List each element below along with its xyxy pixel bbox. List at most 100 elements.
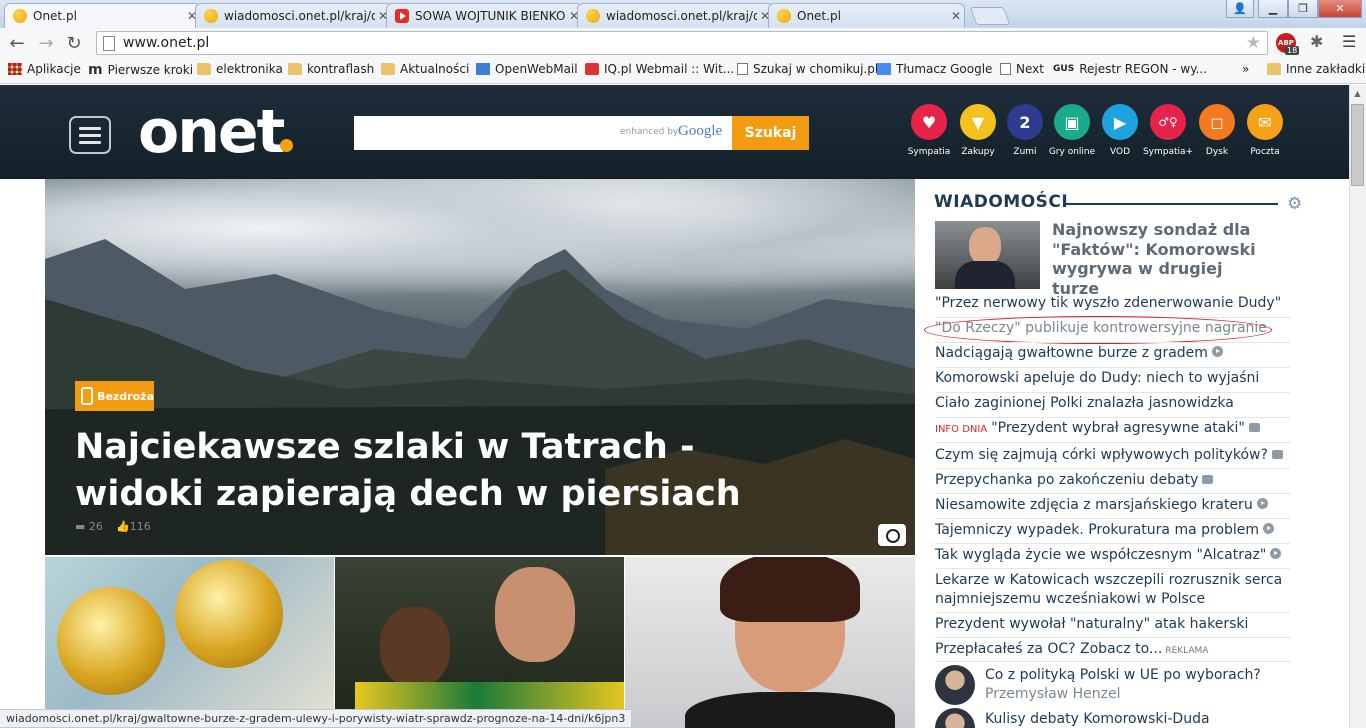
translate-icon [877, 63, 891, 75]
bookmark-label: Aplikacje [27, 62, 81, 76]
close-window-button[interactable]: ✕ [1318, 0, 1362, 18]
gallery-icon [1248, 423, 1260, 432]
thumbnail-footballers[interactable] [335, 557, 624, 728]
news-item[interactable]: "Przez nerwowy tik wyszło zdenerwowanie … [935, 295, 1281, 311]
bookmark-openwebmail[interactable]: OpenWebMail [476, 62, 578, 76]
news-item-text: "Przez nerwowy tik wyszło zdenerwowanie … [935, 295, 1282, 311]
news-item-ad[interactable]: Przepłacałeś za OC? Zobacz to... REKLAMA [935, 641, 1208, 657]
hamburger-menu-icon[interactable] [69, 116, 111, 154]
folder-icon [1267, 63, 1281, 75]
iq-icon [585, 63, 599, 75]
forward-icon[interactable]: → [34, 31, 58, 55]
gallery-icon [1202, 475, 1214, 484]
gallery-icon [1271, 450, 1283, 459]
divider [935, 367, 1290, 368]
news-item-text: najmniejszemu wcześniakowi w Polsce [935, 591, 1206, 607]
hero-title[interactable]: Najciekawsze szlaki w Tatrach - widoki z… [75, 424, 835, 518]
author-name: Przemysław Henzel [985, 686, 1121, 702]
url-text[interactable]: www.onet.pl [123, 35, 1246, 51]
bookmark-label: Pierwsze kroki [107, 63, 194, 77]
opinion-item[interactable]: Co z polityką Polski w UE po wyborach? P… [985, 666, 1261, 704]
like-count: 116 [129, 520, 151, 533]
news-section-title[interactable]: WIADOMOŚCI [934, 192, 1068, 212]
bookmark-label: Inne zakładki [1286, 62, 1366, 76]
author-avatar[interactable] [935, 708, 975, 728]
back-icon[interactable]: ← [5, 31, 29, 55]
bookmark-label: kontraflash [307, 62, 375, 76]
new-tab-button[interactable] [969, 7, 1011, 25]
extension-icon[interactable]: ✱ [1310, 32, 1323, 51]
coin-image [57, 587, 165, 695]
bookmark-label: Next [1016, 62, 1044, 76]
bookmark-label: elektronika [216, 62, 283, 76]
author-avatar[interactable] [935, 665, 975, 705]
tab-youtube[interactable]: SOWA WOJTUNIK BIENKO ✕ [386, 3, 583, 28]
tab-title: wiadomosci.onet.pl/kraj/d [606, 9, 757, 23]
hero-comments[interactable]: ▬ 26 [75, 520, 103, 533]
bookmark-star-icon[interactable]: ★ [1246, 33, 1261, 53]
lead-news-image[interactable] [935, 221, 1040, 289]
hero-likes[interactable]: 👍116 [116, 520, 151, 533]
news-item[interactable]: Prezydent wywołał "naturalny" atak haker… [935, 616, 1248, 632]
tab-onet[interactable]: Onet.pl ✕ [4, 3, 201, 28]
bookmark-iq-webmail[interactable]: IQ.pl Webmail :: Wit... [585, 62, 734, 76]
tab-wiadomosci-2[interactable]: wiadomosci.onet.pl/kraj/d ✕ [577, 3, 774, 28]
opinion-item[interactable]: Kulisy debaty Komorowski-Duda [985, 710, 1210, 728]
news-item[interactable]: Przepychanka po zakończeniu debaty [935, 472, 1214, 488]
bookmark-other[interactable]: Inne zakładki [1267, 62, 1365, 76]
hero-badge[interactable]: Bezdroża [75, 381, 154, 411]
close-tab-icon[interactable]: ✕ [948, 9, 964, 23]
tab-onet-2[interactable]: Onet.pl ✕ [768, 3, 965, 28]
mail-icon [476, 63, 490, 75]
scrollbar-thumb[interactable] [1351, 104, 1364, 186]
search-button[interactable]: Szukaj [732, 116, 809, 150]
news-item[interactable]: Komorowski apeluje do Dudy: niech to wyj… [935, 370, 1259, 386]
regon-icon: GUS [1053, 64, 1075, 74]
scroll-up-icon[interactable]: ▲ [1349, 85, 1366, 102]
bookmarks-overflow-button[interactable]: » [1242, 62, 1249, 76]
reload-icon[interactable]: ↻ [62, 31, 86, 55]
lead-news-title[interactable]: Najnowszy sondaż dla "Faktów": Komorowsk… [1052, 220, 1272, 298]
minimize-button[interactable]: ▁ [1258, 0, 1288, 18]
divider [935, 661, 1290, 662]
news-item-text: Lekarze w Katowicach wszczepili rozruszn… [935, 572, 1283, 588]
video-play-icon [1211, 346, 1223, 357]
news-item[interactable]: Nadciągają gwałtowne burze z gradem [935, 345, 1223, 361]
bookmark-regon[interactable]: GUS Rejestr REGON - wy... [1053, 62, 1207, 76]
bookmark-tlumacz[interactable]: Tłumacz Google [877, 62, 992, 76]
bookmark-aktualnosci[interactable]: Aktualności [381, 62, 469, 76]
gear-icon[interactable]: ⚙ [1287, 194, 1302, 214]
news-item[interactable]: Ciało zaginionej Polki znalazła jasnowid… [935, 395, 1234, 411]
camera-icon [878, 524, 906, 546]
news-item[interactable]: Tajemniczy wypadek. Prokuratura ma probl… [935, 522, 1275, 538]
tab-title: SOWA WOJTUNIK BIENKO [415, 9, 566, 23]
divider [935, 518, 1290, 519]
news-item[interactable]: Lekarze w Katowicach wszczepili rozruszn… [935, 572, 1282, 588]
tab-wiadomosci[interactable]: wiadomosci.onet.pl/kraj/d ✕ [195, 3, 392, 28]
bookmark-next[interactable]: Next [1000, 62, 1044, 76]
news-item[interactable]: Niesamowite zdjęcia z marsjańskiego krat… [935, 497, 1268, 513]
maximize-button[interactable]: ❐ [1288, 0, 1318, 18]
news-item[interactable]: Czym się zajmują córki wpływowych polity… [935, 447, 1283, 463]
divider [935, 442, 1290, 443]
video-play-icon [1270, 548, 1282, 559]
bookmark-label: Aktualności [400, 62, 470, 76]
menu-icon[interactable]: ☰ [1342, 32, 1356, 51]
thumbnail-woman[interactable] [625, 557, 915, 728]
zumi-icon: 2 [1007, 104, 1043, 140]
bookmark-chomikuj[interactable]: Szukaj w chomikuj.pl [737, 62, 878, 76]
news-item-continued[interactable]: najmniejszemu wcześniakowi w Polsce [935, 591, 1205, 607]
address-bar[interactable]: www.onet.pl ★ [96, 31, 1268, 55]
news-item[interactable]: Tak wygląda życie we współczesnym "Alcat… [935, 547, 1282, 563]
news-item-text: Prezydent wywołał "naturalny" atak haker… [935, 616, 1249, 632]
news-item-text: Tajemniczy wypadek. Prokuratura ma probl… [935, 522, 1260, 538]
bookmark-kontraflash[interactable]: kontraflash [288, 62, 374, 76]
bookmark-pierwsze-kroki[interactable]: m Pierwsze kroki [88, 62, 193, 78]
thumbnail-coins[interactable] [45, 557, 334, 728]
user-icon[interactable]: 👤 [1226, 0, 1254, 18]
bookmark-aplikacje[interactable]: Aplikacje [8, 62, 81, 76]
news-item[interactable]: INFO DNIA "Prezydent wybrał agresywne ata… [935, 420, 1260, 436]
bookmark-elektronika[interactable]: elektronika [197, 62, 283, 76]
site-logo[interactable]: onet [138, 97, 285, 167]
service-poczta[interactable]: ✉ Poczta [1235, 104, 1295, 157]
